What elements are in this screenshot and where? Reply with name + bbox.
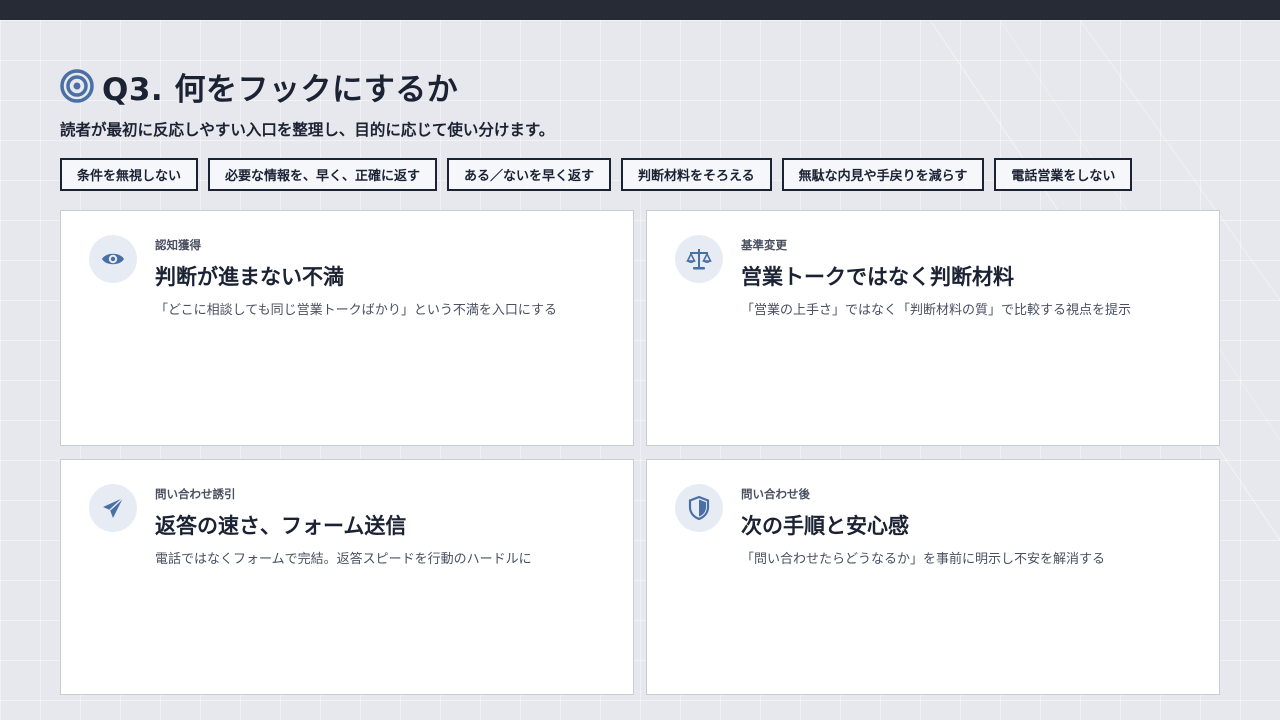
- scale-icon: [675, 235, 723, 283]
- keyword-chip: 条件を無視しない: [60, 158, 199, 191]
- card-description: 「問い合わせたらどうなるか」を事前に明示し不安を解消する: [741, 552, 1106, 567]
- card-tag: 基準変更: [741, 238, 787, 252]
- keyword-chip: ある／ないを早く返す: [447, 158, 612, 191]
- eye-icon: [89, 235, 137, 283]
- keyword-chip: 必要な情報を、早く、正確に返す: [208, 158, 438, 191]
- card-tag: 問い合わせ誘引: [155, 487, 236, 501]
- card-title: 営業トークではなく判断材料: [741, 265, 1014, 289]
- page-subtitle: 読者が最初に反応しやすい入口を整理し、目的に応じて使い分けます。: [60, 121, 555, 139]
- hook-card-awareness: 認知獲得 判断が進まない不満 「どこに相談しても同じ営業トークばかり」という不満…: [60, 210, 634, 446]
- paper-plane-icon: [89, 484, 137, 532]
- keyword-chip: 判断材料をそろえる: [621, 158, 772, 191]
- top-bar: [0, 0, 1280, 20]
- keyword-chip: 無駄な内見や手戻りを減らす: [781, 158, 985, 191]
- card-description: 「どこに相談しても同じ営業トークばかり」という不満を入口にする: [155, 303, 557, 318]
- card-title: 次の手順と安心感: [741, 514, 909, 538]
- hook-card-criteria: 基準変更 営業トークではなく判断材料 「営業の上手さ」ではなく「判断材料の質」で…: [646, 210, 1220, 446]
- hook-card-inquiry: 問い合わせ誘引 返答の速さ、フォーム送信 電話ではなくフォームで完結。返答スピー…: [60, 459, 634, 695]
- keyword-chip-list: 条件を無視しない 必要な情報を、早く、正確に返す ある／ないを早く返す 判断材料…: [60, 158, 1133, 191]
- card-title: 返答の速さ、フォーム送信: [155, 514, 407, 538]
- target-icon: [60, 69, 94, 103]
- card-tag: 認知獲得: [155, 238, 201, 252]
- card-tag: 問い合わせ後: [741, 487, 810, 501]
- hook-card-after-inquiry: 問い合わせ後 次の手順と安心感 「問い合わせたらどうなるか」を事前に明示し不安を…: [646, 459, 1220, 695]
- shield-icon: [675, 484, 723, 532]
- keyword-chip: 電話営業をしない: [994, 158, 1133, 191]
- card-description: 電話ではなくフォームで完結。返答スピードを行動のハードルに: [155, 552, 532, 567]
- card-title: 判断が進まない不満: [155, 265, 344, 289]
- page-title: Q3. 何をフックにするか: [102, 71, 459, 108]
- card-description: 「営業の上手さ」ではなく「判断材料の質」で比較する視点を提示: [741, 303, 1132, 318]
- page-header: Q3. 何をフックにするか: [60, 66, 459, 108]
